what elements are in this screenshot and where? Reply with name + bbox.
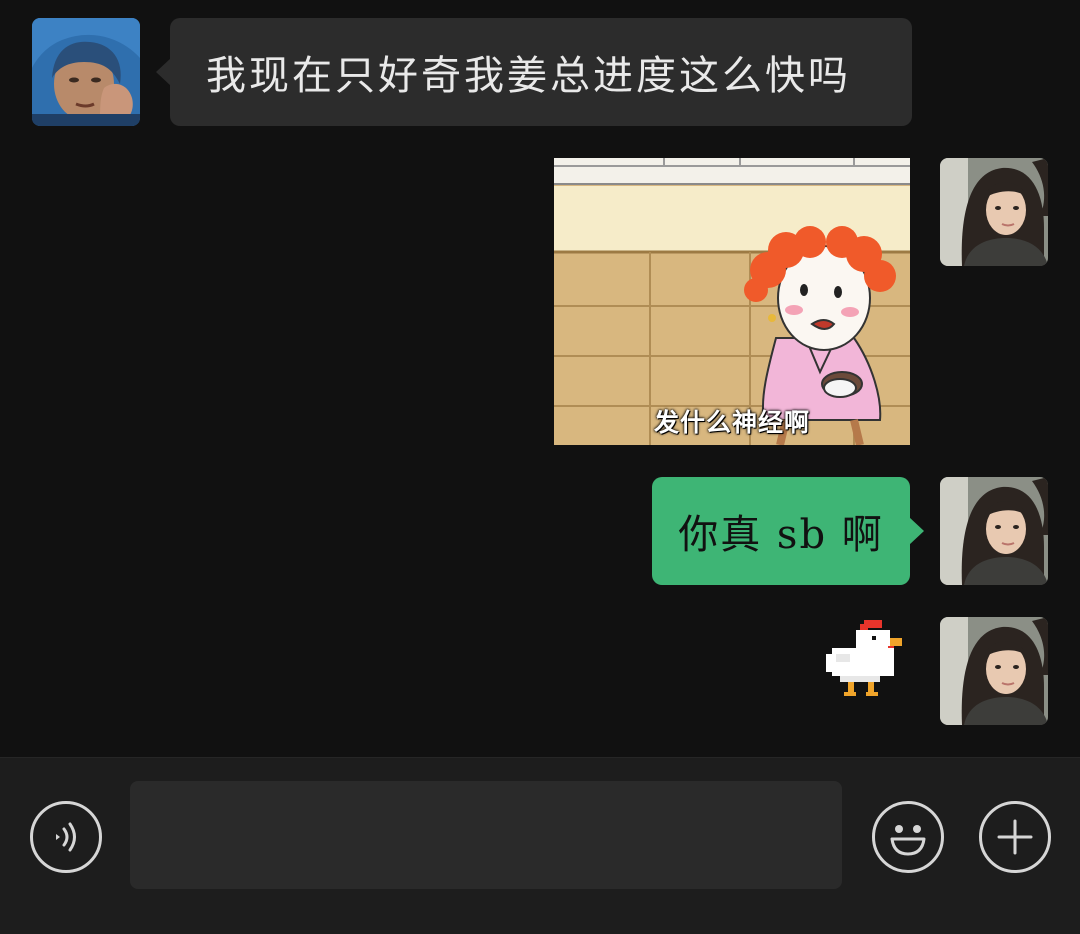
my-avatar-image	[940, 617, 1048, 725]
my-avatar-image	[940, 477, 1048, 585]
emoji-button[interactable]	[872, 801, 944, 873]
more-actions-button[interactable]	[979, 801, 1051, 873]
meme-image	[554, 158, 910, 445]
my-avatar-image	[940, 158, 1048, 266]
outgoing-image-message[interactable]: 发什么神经啊	[554, 158, 910, 445]
my-avatar[interactable]	[940, 617, 1048, 725]
voice-icon	[56, 822, 76, 852]
pixel-chicken-icon	[826, 620, 902, 696]
message-input-bar	[0, 757, 1080, 934]
image-caption: 发什么神经啊	[653, 408, 810, 437]
chat-message-list[interactable]: 我现在只好奇我姜总进度这么快吗 发什么神经啊 你真 sb 啊	[0, 0, 1080, 757]
contact-avatar-image	[32, 18, 140, 126]
outgoing-message-bubble[interactable]: 你真 sb 啊	[652, 477, 924, 585]
my-avatar[interactable]	[940, 158, 1048, 266]
message-input[interactable]	[130, 781, 842, 889]
plus-icon	[997, 819, 1033, 855]
outgoing-message-text: 你真 sb 啊	[678, 512, 884, 558]
my-avatar[interactable]	[940, 477, 1048, 585]
contact-avatar[interactable]	[32, 18, 140, 126]
chicken-sticker[interactable]	[826, 614, 908, 700]
emoji-icon	[890, 825, 926, 856]
incoming-message-text: 我现在只好奇我姜总进度这么快吗	[206, 53, 851, 99]
incoming-message-bubble[interactable]: 我现在只好奇我姜总进度这么快吗	[156, 18, 912, 126]
voice-input-button[interactable]	[30, 801, 102, 873]
